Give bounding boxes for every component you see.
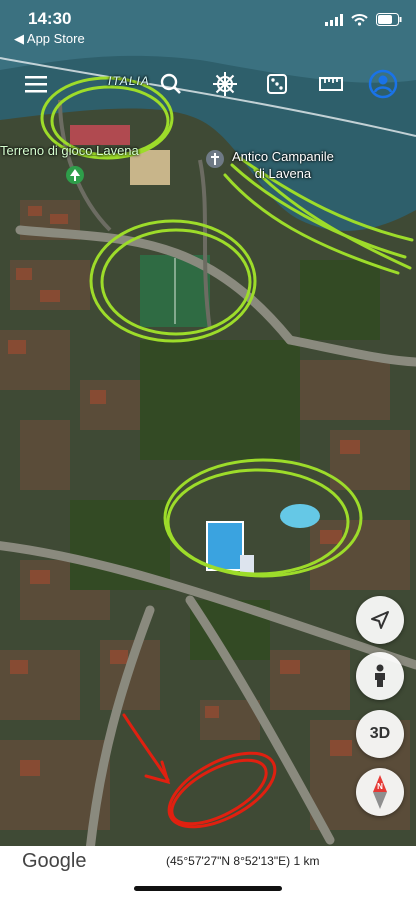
- menu-icon[interactable]: [16, 64, 56, 104]
- wifi-icon: [351, 14, 368, 26]
- dice-icon[interactable]: [257, 64, 297, 104]
- cellular-signal-icon: [325, 13, 343, 26]
- compass-button[interactable]: N: [356, 768, 404, 816]
- back-to-app-store[interactable]: ◀ App Store: [14, 31, 85, 47]
- status-icons: [325, 13, 402, 26]
- ships-wheel-icon[interactable]: [205, 64, 245, 104]
- coordinates-readout: (45°57'27"N 8°52'13"E) 1 km: [166, 854, 320, 868]
- park-pin-icon[interactable]: [66, 166, 84, 184]
- navigation-arrow-icon: [371, 611, 389, 629]
- status-time: 14:30: [28, 9, 72, 28]
- country-label: ITALIA: [108, 74, 150, 88]
- pegman-icon: [375, 664, 385, 687]
- place-label-terreno[interactable]: Terreno di gioco Lavena: [0, 143, 139, 158]
- svg-text:N: N: [377, 782, 383, 791]
- map-toolbar: [0, 64, 416, 104]
- compass-icon: N: [373, 775, 387, 809]
- status-bar: 14:30 ◀ App Store: [0, 0, 416, 52]
- battery-icon: [376, 13, 402, 26]
- satellite-map[interactable]: [0, 0, 416, 900]
- 3d-view-button[interactable]: 3D: [356, 710, 404, 758]
- map-footer: Google (45°57'27"N 8°52'13"E) 1 km: [0, 846, 416, 900]
- google-logo: Google: [22, 850, 87, 872]
- church-pin-icon[interactable]: [206, 150, 224, 168]
- account-icon[interactable]: [363, 64, 403, 104]
- place-label-campanile[interactable]: Antico Campanile di Lavena: [232, 148, 334, 182]
- street-view-button[interactable]: [356, 652, 404, 700]
- ruler-icon[interactable]: [311, 64, 351, 104]
- home-indicator[interactable]: [134, 886, 282, 891]
- 3d-label: 3D: [369, 725, 391, 742]
- my-location-button[interactable]: [356, 596, 404, 644]
- search-icon[interactable]: [151, 64, 191, 104]
